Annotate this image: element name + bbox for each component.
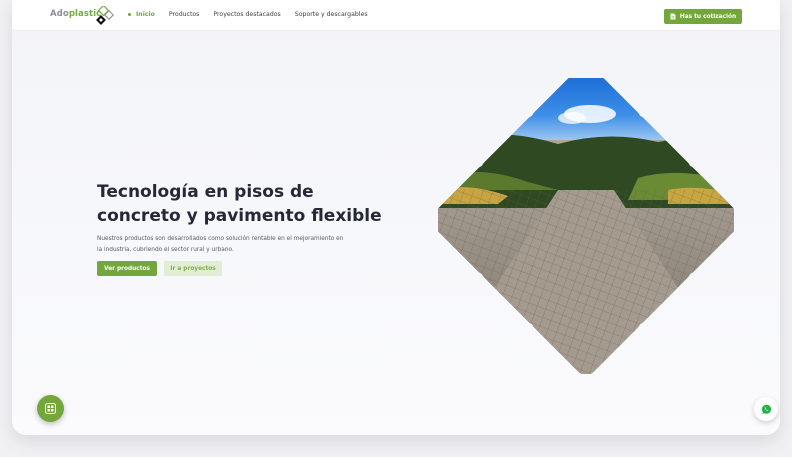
nav-item-soporte-descargables[interactable]: Soporte y descargables	[295, 11, 368, 18]
document-icon	[670, 13, 676, 20]
nav-item-label: Inicio	[136, 11, 155, 18]
nav-item-label: Proyectos destacados	[213, 11, 281, 18]
whatsapp-icon	[761, 404, 771, 414]
grid-menu-icon	[45, 403, 56, 414]
nav-item-proyectos-destacados[interactable]: Proyectos destacados	[213, 11, 280, 18]
nav-item-productos[interactable]: Productos	[169, 11, 200, 18]
nav-item-label: Productos	[168, 11, 200, 18]
whatsapp-button[interactable]	[754, 397, 778, 421]
floating-menu-button[interactable]	[37, 395, 64, 422]
hero-description-line: la industria, cubriendo el sector rural …	[97, 247, 234, 253]
hero-description: Nuestros productos son desarrollados com…	[97, 234, 357, 256]
hero-title: Tecnología en pisos de concreto y pavime…	[97, 180, 397, 228]
hero-image-mosaic	[438, 78, 734, 374]
brand-logo[interactable]: Adoplastic	[50, 6, 114, 25]
top-navbar: Adoplastic Inicio Productos Proyectos de…	[12, 0, 780, 31]
view-products-label: Ver productos	[104, 265, 150, 272]
hero-title-line: concreto y pavimento flexible	[97, 206, 382, 226]
logo-diamond-icon	[96, 6, 114, 25]
quote-button[interactable]: Has tu cotización	[664, 9, 742, 24]
logo-text: Adoplastic	[50, 9, 102, 19]
active-dot-icon	[128, 13, 131, 16]
hero-title-line: Tecnología en pisos de	[97, 182, 314, 202]
view-products-button[interactable]: Ver productos	[97, 261, 157, 276]
hero-description-line: Nuestros productos son desarrollados com…	[97, 236, 344, 242]
go-to-projects-button[interactable]: Ir a proyectos	[164, 261, 222, 276]
quote-button-label: Has tu cotización	[679, 13, 737, 20]
main-nav: Inicio Productos Proyectos destacados So…	[128, 11, 382, 18]
page-frame: Adoplastic Inicio Productos Proyectos de…	[12, 0, 780, 435]
go-to-projects-label: Ir a proyectos	[170, 265, 216, 272]
nav-item-inicio[interactable]: Inicio	[128, 11, 155, 18]
nav-item-label: Soporte y descargables	[294, 11, 368, 18]
